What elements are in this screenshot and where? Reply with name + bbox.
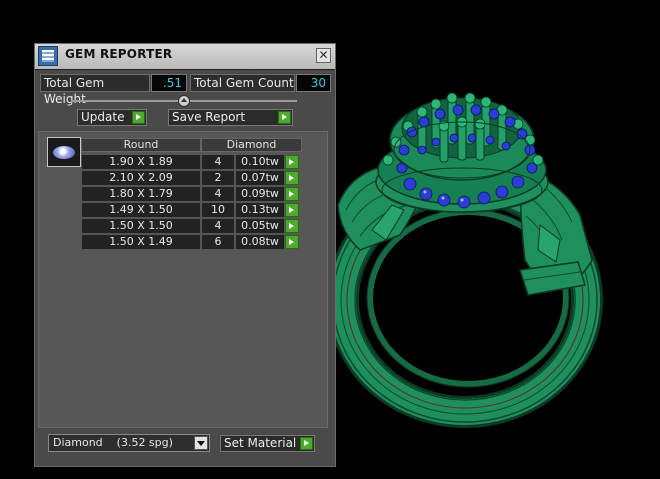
gem-count-cell: 2 [201, 170, 235, 186]
gem-weight-cell: 0.08tw [235, 234, 285, 250]
ring-head [375, 92, 549, 213]
gem-count-cell: 4 [201, 154, 235, 170]
gem-weight-cell: 0.07tw [235, 170, 285, 186]
gem-weight-cell: 0.09tw [235, 186, 285, 202]
material-select-value: Diamond (3.52 spg) [53, 436, 173, 449]
material-select[interactable]: Diamond (3.52 spg) [48, 434, 210, 452]
total-gem-count-label: Total Gem Count [190, 74, 295, 92]
total-gem-count-value: 30 [296, 74, 331, 92]
total-gem-weight-value: .51 [151, 74, 187, 92]
window-title: GEM REPORTER [65, 47, 173, 61]
gem-size-cell: 2.10 X 2.09 [81, 170, 201, 186]
row-select-button[interactable] [285, 187, 299, 201]
material-header: Diamond [201, 138, 302, 152]
gem-size-cell: 1.49 X 1.50 [81, 202, 201, 218]
save-report-button[interactable]: Save Report [168, 109, 293, 126]
gem-weight-cell: 0.05tw [235, 218, 285, 234]
gem-reporter-panel: GEM REPORTER ✕ Total Gem Weight .51 Tota… [34, 43, 336, 467]
set-material-button[interactable]: Set Material [220, 435, 315, 452]
green-arrow-icon [278, 111, 291, 124]
title-bar[interactable]: GEM REPORTER ✕ [35, 44, 335, 70]
update-button-label: Update [81, 110, 125, 124]
row-select-button[interactable] [285, 203, 299, 217]
gem-size-cell: 1.80 X 1.79 [81, 186, 201, 202]
gem-count-cell: 6 [201, 234, 235, 250]
save-report-button-label: Save Report [172, 110, 246, 124]
gem-weight-cell: 0.13tw [235, 202, 285, 218]
gem-count-cell: 4 [201, 218, 235, 234]
round-gem-icon[interactable] [47, 137, 81, 167]
row-select-button[interactable] [285, 219, 299, 233]
total-gem-weight-label: Total Gem Weight [40, 74, 150, 106]
chevron-down-icon[interactable] [194, 436, 208, 450]
set-material-button-label: Set Material [224, 436, 297, 450]
gem-count-cell: 10 [201, 202, 235, 218]
gem-size-cell: 1.90 X 1.89 [81, 154, 201, 170]
gem-list-panel: Round Diamond 1.90 X 1.89 4 0.10tw 2.10 … [38, 131, 328, 428]
gem-size-cell: 1.50 X 1.50 [81, 218, 201, 234]
update-button[interactable]: Update [77, 109, 147, 126]
size-slider-handle[interactable] [178, 95, 190, 107]
gem-count-cell: 4 [201, 186, 235, 202]
close-button[interactable]: ✕ [316, 48, 331, 63]
green-arrow-icon [300, 437, 313, 450]
row-select-button[interactable] [285, 235, 299, 249]
row-select-button[interactable] [285, 155, 299, 169]
gem-reporter-app-icon [38, 46, 58, 66]
shape-header: Round [81, 138, 201, 152]
green-arrow-icon [132, 111, 145, 124]
gem-weight-cell: 0.10tw [235, 154, 285, 170]
row-select-button[interactable] [285, 171, 299, 185]
gem-size-cell: 1.50 X 1.49 [81, 234, 201, 250]
